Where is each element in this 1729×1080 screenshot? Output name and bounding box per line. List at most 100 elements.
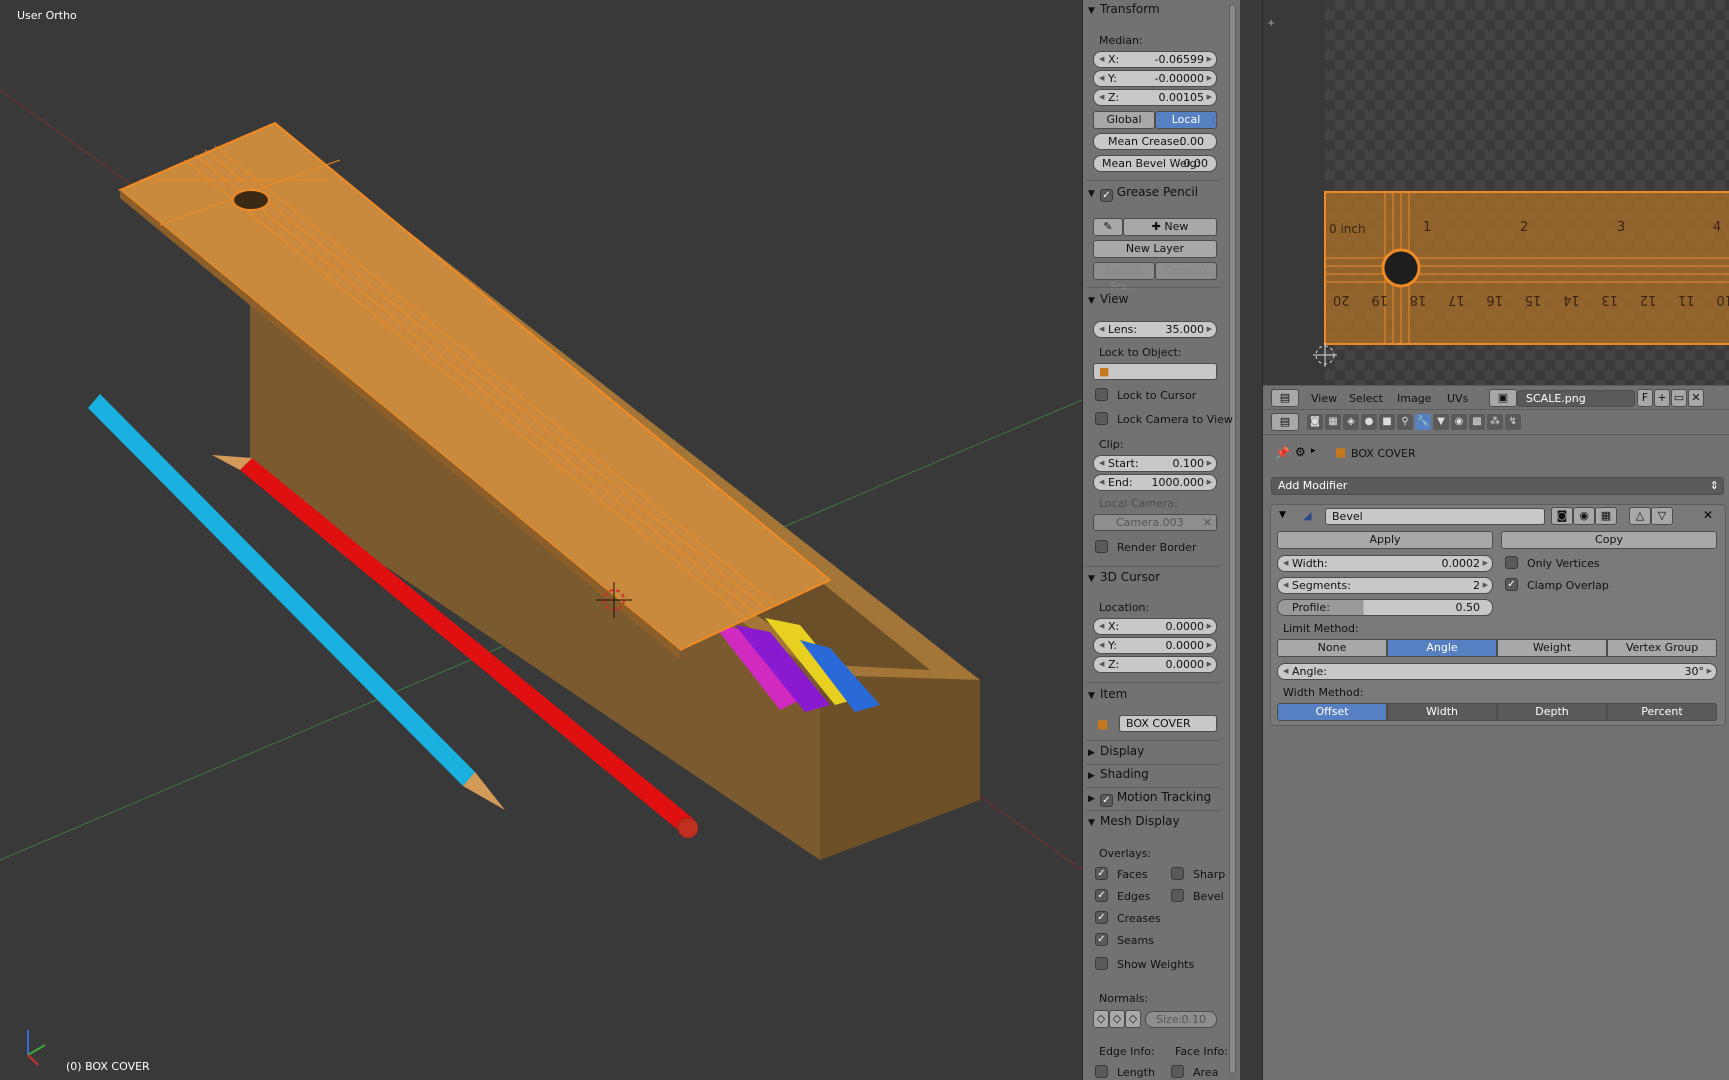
panel-header-item[interactable]: ▼ Item [1088, 687, 1220, 705]
width-field[interactable]: ◀ Width: 0.0002 ▶ [1277, 555, 1493, 572]
grease-new-button[interactable]: ✚ New [1123, 218, 1217, 236]
global-button[interactable]: Global [1093, 111, 1155, 129]
seams-checkbox[interactable]: ✓ [1095, 933, 1108, 946]
copy-button[interactable]: Copy [1501, 531, 1717, 549]
shelf-scrollbar[interactable] [1229, 4, 1236, 1074]
scene-icon[interactable]: ◈ [1343, 414, 1359, 430]
sharp-checkbox[interactable] [1171, 867, 1184, 880]
constraints-icon[interactable]: ⚲ [1397, 414, 1413, 430]
panel-header-motion-tracking[interactable]: ▶ ✓ Motion Tracking [1088, 790, 1220, 808]
particles-icon[interactable]: ⁂ [1487, 414, 1503, 430]
limit-none-button[interactable]: None [1277, 639, 1387, 657]
edges-checkbox[interactable]: ✓ [1095, 889, 1108, 902]
angle-field[interactable]: ◀ Angle: 30° ▶ [1277, 663, 1717, 680]
panel-header-grease-pencil[interactable]: ▼ ✓ Grease Pencil [1088, 185, 1220, 203]
image-name-field[interactable]: SCALE.png [1517, 390, 1635, 407]
apply-button[interactable]: Apply [1277, 531, 1493, 549]
object-icon[interactable]: ■ [1379, 414, 1395, 430]
show-weights-checkbox[interactable] [1095, 957, 1108, 970]
median-y-field[interactable]: ◀ Y: -0.00000 ▶ [1093, 70, 1217, 87]
lens-field[interactable]: ◀ Lens: 35.000 ▶ [1093, 321, 1217, 338]
median-z-field[interactable]: ◀ Z: 0.00105 ▶ [1093, 89, 1217, 106]
render-icon[interactable]: ◙ [1307, 414, 1323, 430]
panel-header-shading[interactable]: ▶ Shading [1088, 767, 1220, 785]
pin-icon[interactable]: 📌 [1275, 446, 1290, 460]
bevel-checkbox[interactable] [1171, 889, 1184, 902]
creases-checkbox[interactable]: ✓ [1095, 911, 1108, 924]
move-down-icon[interactable]: ▽ [1651, 507, 1673, 525]
render-toggle-icon[interactable]: ◙ [1551, 507, 1573, 525]
view-menu[interactable]: View [1311, 392, 1337, 405]
panel-header-view[interactable]: ▼ View [1088, 292, 1220, 310]
only-vertices-checkbox[interactable] [1505, 556, 1518, 569]
panel-header-display[interactable]: ▶ Display [1088, 744, 1220, 762]
lock-object-field[interactable]: ■ [1093, 363, 1217, 380]
editmode-toggle-icon[interactable]: ▦ [1595, 507, 1617, 525]
limit-weight-button[interactable]: Weight [1497, 639, 1607, 657]
width-width-button[interactable]: Width [1387, 703, 1497, 721]
width-depth-button[interactable]: Depth [1497, 703, 1607, 721]
physics-icon[interactable]: ↯ [1505, 414, 1521, 430]
mean-bevel-field[interactable]: Mean Bevel Weig: 0.00 [1093, 155, 1217, 172]
limit-vertex-group-button[interactable]: Vertex Group [1607, 639, 1717, 657]
vertex-normal-icon[interactable]: ◇ [1093, 1010, 1109, 1028]
panel-header-3d-cursor[interactable]: ▼ 3D Cursor [1088, 570, 1220, 588]
modifiers-icon[interactable]: 🔧 [1415, 414, 1431, 430]
collapse-icon[interactable]: ▼ [1279, 510, 1286, 520]
convert-button[interactable]: Convert [1155, 262, 1217, 280]
face-normal-icon[interactable]: ◇ [1125, 1010, 1141, 1028]
normal-size-field[interactable]: Size: 0.10 [1145, 1011, 1217, 1028]
close-icon[interactable]: ✕ [1688, 389, 1704, 407]
image-menu[interactable]: Image [1397, 392, 1431, 405]
lock-to-cursor-checkbox[interactable] [1095, 388, 1108, 401]
uv-ruler-image[interactable] [1263, 0, 1729, 385]
new-layer-button[interactable]: New Layer [1093, 240, 1217, 258]
fake-user-button[interactable]: F [1637, 389, 1653, 407]
image-browse-icon[interactable]: ▣ [1489, 389, 1517, 407]
uv-image-editor[interactable]: + 0 inch 1 2 3 4 1011121314151617181920 [1263, 0, 1729, 385]
local-button[interactable]: Local [1155, 111, 1217, 129]
scene-render[interactable] [0, 0, 1082, 1080]
local-camera-field[interactable]: Camera.003 ✕ [1093, 514, 1217, 531]
profile-slider[interactable]: Profile: 0.50 [1277, 599, 1493, 616]
clip-end-field[interactable]: ◀ End: 1000.000 ▶ [1093, 474, 1217, 491]
move-up-icon[interactable]: △ [1629, 507, 1651, 525]
length-checkbox[interactable] [1095, 1065, 1108, 1078]
faces-checkbox[interactable]: ✓ [1095, 867, 1108, 880]
motion-tracking-checkbox[interactable]: ✓ [1100, 794, 1113, 807]
area-checkbox[interactable] [1171, 1065, 1184, 1078]
lock-camera-checkbox[interactable] [1095, 412, 1108, 425]
3d-viewport[interactable]: User Ortho (0) BOX COVER [0, 0, 1082, 1080]
close-icon[interactable]: ✕ [1203, 515, 1212, 530]
mean-crease-field[interactable]: Mean Crease: 0.00 [1093, 133, 1217, 150]
select-menu[interactable]: Select [1349, 392, 1383, 405]
texture-icon[interactable]: ▩ [1469, 414, 1485, 430]
panel-header-mesh-display[interactable]: ▼ Mesh Display [1088, 814, 1220, 832]
cursor-x-field[interactable]: ◀ X: 0.0000 ▶ [1093, 618, 1217, 635]
grease-pencil-checkbox[interactable]: ✓ [1100, 189, 1113, 202]
data-icon[interactable]: ▼ [1433, 414, 1449, 430]
clip-start-field[interactable]: ◀ Start: 0.100 ▶ [1093, 455, 1217, 472]
uvs-menu[interactable]: UVs [1447, 392, 1468, 405]
segments-field[interactable]: ◀ Segments: 2 ▶ [1277, 577, 1493, 594]
render-border-checkbox[interactable] [1095, 540, 1108, 553]
add-modifier-dropdown[interactable]: Add Modifier ⇕ [1271, 477, 1724, 495]
material-icon[interactable]: ◉ [1451, 414, 1467, 430]
eye-icon[interactable]: ◉ [1573, 507, 1595, 525]
cursor-z-field[interactable]: ◀ Z: 0.0000 ▶ [1093, 656, 1217, 673]
limit-angle-button[interactable]: Angle [1387, 639, 1497, 657]
pencil-icon[interactable]: ✎ [1093, 218, 1123, 236]
median-x-field[interactable]: ◀ X: -0.06599 ▶ [1093, 51, 1217, 68]
split-normal-icon[interactable]: ◇ [1109, 1010, 1125, 1028]
cursor-y-field[interactable]: ◀ Y: 0.0000 ▶ [1093, 637, 1217, 654]
render-layers-icon[interactable]: ▦ [1325, 414, 1341, 430]
world-icon[interactable]: ● [1361, 414, 1377, 430]
width-offset-button[interactable]: Offset [1277, 703, 1387, 721]
delete-frame-button[interactable]: Delete Fra... [1093, 262, 1155, 293]
editor-type-icon[interactable]: ▤ [1271, 389, 1299, 407]
clamp-overlap-checkbox[interactable]: ✓ [1505, 578, 1518, 591]
open-image-icon[interactable]: ▭ [1671, 389, 1687, 407]
close-icon[interactable]: ✕ [1703, 508, 1713, 522]
modifier-name-field[interactable]: Bevel [1325, 508, 1545, 525]
editor-type-icon[interactable]: ▤ [1271, 413, 1299, 431]
